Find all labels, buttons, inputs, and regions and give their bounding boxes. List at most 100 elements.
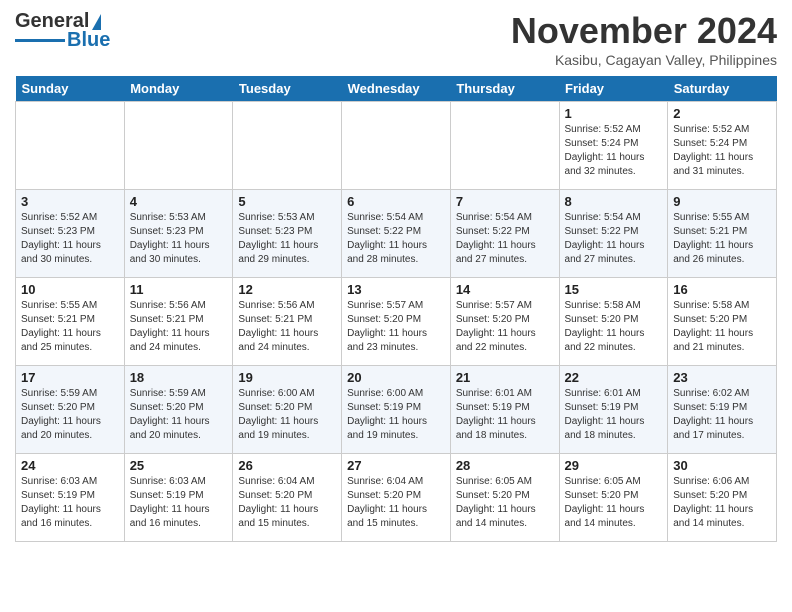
day-number: 6 — [347, 194, 445, 209]
day-cell: 23 Sunrise: 6:02 AM Sunset: 5:19 PM Dayli… — [668, 366, 777, 454]
day-info: Sunrise: 6:05 AM Sunset: 5:20 PM Dayligh… — [565, 475, 663, 531]
day-cell: 19 Sunrise: 6:00 AM Sunset: 5:20 PM Dayli… — [233, 366, 342, 454]
day-number: 15 — [565, 282, 663, 297]
day-cell: 2Sunrise: 5:52 AM Sunset: 5:24 PM Daylig… — [668, 102, 777, 190]
day-cell: 10Sunrise: 5:55 AM Sunset: 5:21 PM Dayli… — [16, 278, 125, 366]
day-info: Sunrise: 5:59 AM Sunset: 5:20 PM Dayligh… — [21, 387, 119, 443]
day-number: 29 — [565, 458, 663, 473]
day-cell: 25 Sunrise: 6:03 AM Sunset: 5:19 PM Dayli… — [124, 454, 233, 542]
day-number: 8 — [565, 194, 663, 209]
day-info: Sunrise: 5:56 AM Sunset: 5:21 PM Dayligh… — [130, 299, 228, 355]
day-info: Sunrise: 5:56 AM Sunset: 5:21 PM Dayligh… — [238, 299, 336, 355]
day-number: 2 — [673, 106, 771, 121]
day-info: Sunrise: 5:58 AM Sunset: 5:20 PM Dayligh… — [565, 299, 663, 355]
day-number: 27 — [347, 458, 445, 473]
day-info: Sunrise: 5:53 AM Sunset: 5:23 PM Dayligh… — [238, 211, 336, 267]
day-info: Sunrise: 5:58 AM Sunset: 5:20 PM Dayligh… — [673, 299, 771, 355]
calendar-table: SundayMondayTuesdayWednesdayThursdayFrid… — [15, 76, 777, 542]
page-header: General Blue November 2024 Kasibu, Cagay… — [15, 10, 777, 68]
day-cell: 12Sunrise: 5:56 AM Sunset: 5:21 PM Dayli… — [233, 278, 342, 366]
day-cell: 18 Sunrise: 5:59 AM Sunset: 5:20 PM Dayli… — [124, 366, 233, 454]
weekday-header-sunday: Sunday — [16, 76, 125, 102]
day-info: Sunrise: 5:54 AM Sunset: 5:22 PM Dayligh… — [565, 211, 663, 267]
day-cell: 4Sunrise: 5:53 AM Sunset: 5:23 PM Daylig… — [124, 190, 233, 278]
day-info: Sunrise: 6:00 AM Sunset: 5:19 PM Dayligh… — [347, 387, 445, 443]
day-cell: 5 Sunrise: 5:53 AM Sunset: 5:23 PM Daylig… — [233, 190, 342, 278]
day-cell: 22 Sunrise: 6:01 AM Sunset: 5:19 PM Dayli… — [559, 366, 668, 454]
day-info: Sunrise: 5:57 AM Sunset: 5:20 PM Dayligh… — [347, 299, 445, 355]
day-number: 18 — [130, 370, 228, 385]
day-cell — [124, 102, 233, 190]
weekday-header-monday: Monday — [124, 76, 233, 102]
day-info: Sunrise: 5:54 AM Sunset: 5:22 PM Dayligh… — [347, 211, 445, 267]
logo-blue: Blue — [67, 29, 110, 52]
weekday-header-thursday: Thursday — [450, 76, 559, 102]
day-info: Sunrise: 5:59 AM Sunset: 5:20 PM Dayligh… — [130, 387, 228, 443]
day-number: 30 — [673, 458, 771, 473]
day-number: 17 — [21, 370, 119, 385]
day-cell: 26Sunrise: 6:04 AM Sunset: 5:20 PM Dayli… — [233, 454, 342, 542]
day-cell: 11Sunrise: 5:56 AM Sunset: 5:21 PM Dayli… — [124, 278, 233, 366]
day-number: 28 — [456, 458, 554, 473]
day-number: 25 — [130, 458, 228, 473]
day-cell — [233, 102, 342, 190]
day-cell: 6 Sunrise: 5:54 AM Sunset: 5:22 PM Daylig… — [342, 190, 451, 278]
day-cell: 3 Sunrise: 5:52 AM Sunset: 5:23 PM Daylig… — [16, 190, 125, 278]
day-info: Sunrise: 5:54 AM Sunset: 5:22 PM Dayligh… — [456, 211, 554, 267]
day-cell: 30 Sunrise: 6:06 AM Sunset: 5:20 PM Dayli… — [668, 454, 777, 542]
day-number: 10 — [21, 282, 119, 297]
weekday-header-saturday: Saturday — [668, 76, 777, 102]
day-cell: 28 Sunrise: 6:05 AM Sunset: 5:20 PM Dayli… — [450, 454, 559, 542]
day-info: Sunrise: 5:55 AM Sunset: 5:21 PM Dayligh… — [673, 211, 771, 267]
day-cell: 21Sunrise: 6:01 AM Sunset: 5:19 PM Dayli… — [450, 366, 559, 454]
day-number: 23 — [673, 370, 771, 385]
day-info: Sunrise: 6:01 AM Sunset: 5:19 PM Dayligh… — [565, 387, 663, 443]
day-cell: 14 Sunrise: 5:57 AM Sunset: 5:20 PM Dayli… — [450, 278, 559, 366]
location: Kasibu, Cagayan Valley, Philippines — [511, 52, 777, 68]
day-info: Sunrise: 6:03 AM Sunset: 5:19 PM Dayligh… — [130, 475, 228, 531]
day-number: 1 — [565, 106, 663, 121]
day-info: Sunrise: 6:03 AM Sunset: 5:19 PM Dayligh… — [21, 475, 119, 531]
day-number: 7 — [456, 194, 554, 209]
logo: General Blue — [15, 10, 110, 52]
day-number: 16 — [673, 282, 771, 297]
week-row-1: 1Sunrise: 5:52 AM Sunset: 5:24 PM Daylig… — [16, 102, 777, 190]
week-row-3: 10Sunrise: 5:55 AM Sunset: 5:21 PM Dayli… — [16, 278, 777, 366]
day-cell: 17 Sunrise: 5:59 AM Sunset: 5:20 PM Dayli… — [16, 366, 125, 454]
day-number: 20 — [347, 370, 445, 385]
day-cell: 1Sunrise: 5:52 AM Sunset: 5:24 PM Daylig… — [559, 102, 668, 190]
day-cell: 8 Sunrise: 5:54 AM Sunset: 5:22 PM Daylig… — [559, 190, 668, 278]
day-number: 5 — [238, 194, 336, 209]
day-number: 4 — [130, 194, 228, 209]
logo-underline — [15, 39, 65, 42]
day-info: Sunrise: 6:06 AM Sunset: 5:20 PM Dayligh… — [673, 475, 771, 531]
week-row-4: 17 Sunrise: 5:59 AM Sunset: 5:20 PM Dayli… — [16, 366, 777, 454]
day-cell: 16 Sunrise: 5:58 AM Sunset: 5:20 PM Dayli… — [668, 278, 777, 366]
day-info: Sunrise: 6:04 AM Sunset: 5:20 PM Dayligh… — [347, 475, 445, 531]
day-number: 14 — [456, 282, 554, 297]
day-number: 3 — [21, 194, 119, 209]
day-info: Sunrise: 6:00 AM Sunset: 5:20 PM Dayligh… — [238, 387, 336, 443]
weekday-header-wednesday: Wednesday — [342, 76, 451, 102]
day-number: 19 — [238, 370, 336, 385]
day-cell — [450, 102, 559, 190]
day-info: Sunrise: 5:52 AM Sunset: 5:23 PM Dayligh… — [21, 211, 119, 267]
day-cell: 7 Sunrise: 5:54 AM Sunset: 5:22 PM Daylig… — [450, 190, 559, 278]
day-info: Sunrise: 6:02 AM Sunset: 5:19 PM Dayligh… — [673, 387, 771, 443]
weekday-header-friday: Friday — [559, 76, 668, 102]
day-cell: 9Sunrise: 5:55 AM Sunset: 5:21 PM Daylig… — [668, 190, 777, 278]
day-number: 24 — [21, 458, 119, 473]
month-title: November 2024 — [511, 10, 777, 52]
day-cell: 13Sunrise: 5:57 AM Sunset: 5:20 PM Dayli… — [342, 278, 451, 366]
day-info: Sunrise: 5:57 AM Sunset: 5:20 PM Dayligh… — [456, 299, 554, 355]
week-row-2: 3 Sunrise: 5:52 AM Sunset: 5:23 PM Daylig… — [16, 190, 777, 278]
day-cell: 27 Sunrise: 6:04 AM Sunset: 5:20 PM Dayli… — [342, 454, 451, 542]
title-block: November 2024 Kasibu, Cagayan Valley, Ph… — [511, 10, 777, 68]
day-cell: 24 Sunrise: 6:03 AM Sunset: 5:19 PM Dayli… — [16, 454, 125, 542]
weekday-header-tuesday: Tuesday — [233, 76, 342, 102]
day-cell — [16, 102, 125, 190]
day-cell: 29 Sunrise: 6:05 AM Sunset: 5:20 PM Dayli… — [559, 454, 668, 542]
day-info: Sunrise: 6:05 AM Sunset: 5:20 PM Dayligh… — [456, 475, 554, 531]
day-info: Sunrise: 6:04 AM Sunset: 5:20 PM Dayligh… — [238, 475, 336, 531]
day-number: 22 — [565, 370, 663, 385]
